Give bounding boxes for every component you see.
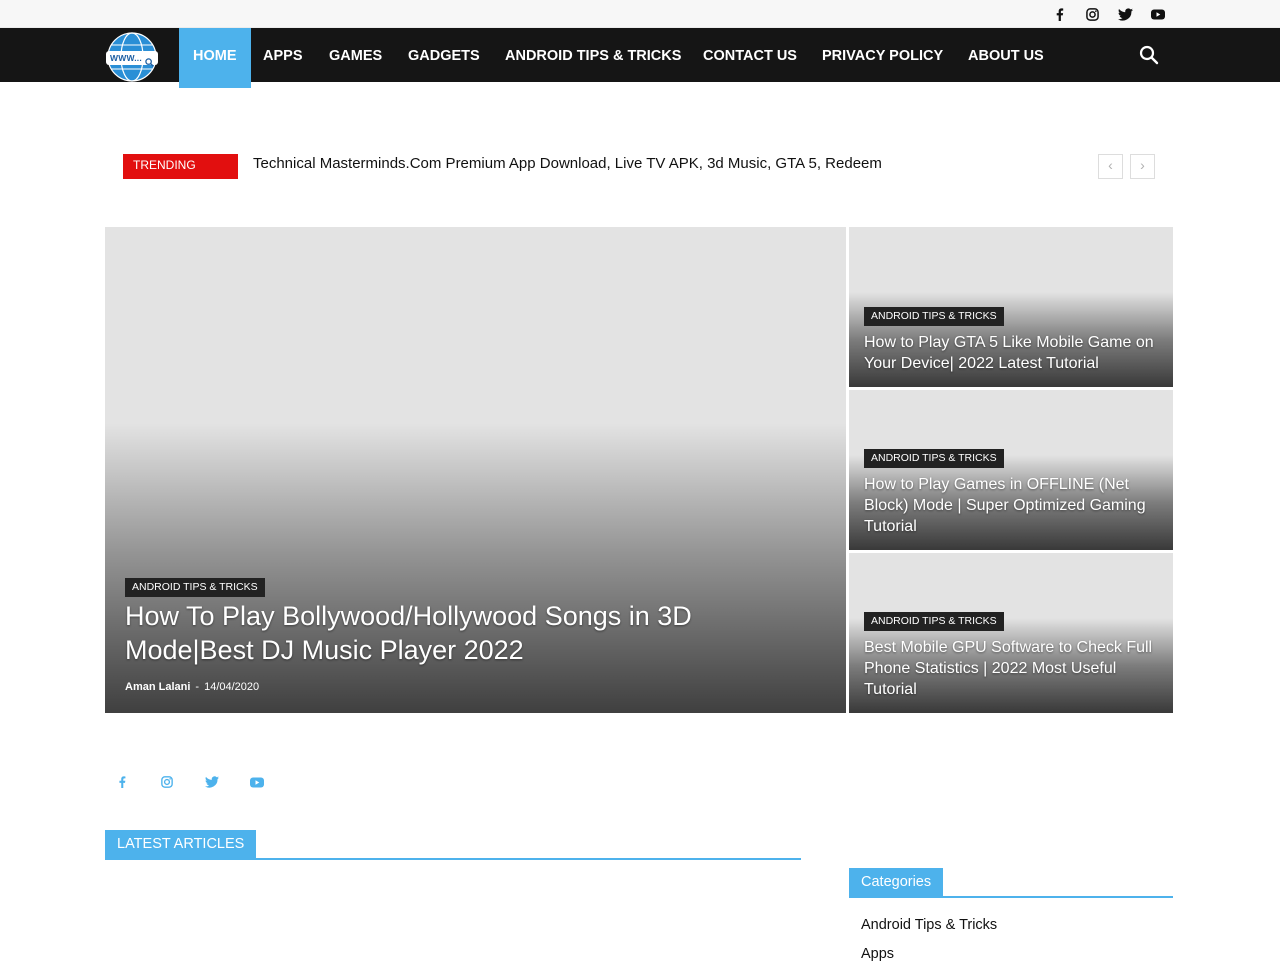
youtube-icon[interactable] bbox=[1150, 6, 1166, 22]
facebook-icon[interactable] bbox=[1051, 6, 1067, 22]
trending-label: TRENDING bbox=[123, 154, 238, 179]
featured-main-author[interactable]: Aman Lalani bbox=[125, 681, 190, 693]
logo-text: WWW... bbox=[110, 53, 142, 63]
featured-side-card[interactable]: ANDROID TIPS & TRICKS How to Play GTA 5 … bbox=[849, 227, 1173, 387]
nav-games[interactable]: GAMES bbox=[329, 28, 382, 82]
category-link[interactable]: Android Tips & Tricks bbox=[861, 917, 997, 933]
featured-side-card[interactable]: ANDROID TIPS & TRICKS How to Play Games … bbox=[849, 390, 1173, 550]
facebook-icon[interactable] bbox=[114, 774, 130, 790]
featured-main-card[interactable]: ANDROID TIPS & TRICKS How To Play Bollyw… bbox=[105, 227, 846, 713]
nav-home[interactable]: HOME bbox=[179, 28, 251, 88]
featured-main-date: 14/04/2020 bbox=[204, 681, 260, 693]
featured-side-category[interactable]: ANDROID TIPS & TRICKS bbox=[864, 307, 1004, 326]
categories-header: Categories bbox=[849, 868, 1173, 898]
trending-prev-button[interactable]: ‹ bbox=[1098, 154, 1123, 179]
nav-gadgets[interactable]: GADGETS bbox=[408, 28, 480, 82]
categories-title: Categories bbox=[849, 868, 944, 896]
twitter-icon[interactable] bbox=[1117, 6, 1133, 22]
featured-main-title[interactable]: How To Play Bollywood/Hollywood Songs in… bbox=[125, 599, 765, 667]
nav-privacy-policy[interactable]: PRIVACY POLICY bbox=[822, 28, 943, 82]
nav-apps[interactable]: APPS bbox=[263, 28, 303, 82]
instagram-icon[interactable] bbox=[1084, 6, 1100, 22]
latest-articles-header: LATEST ARTICLES bbox=[105, 830, 801, 860]
featured-side-category[interactable]: ANDROID TIPS & TRICKS bbox=[864, 449, 1004, 468]
featured-side-category[interactable]: ANDROID TIPS & TRICKS bbox=[864, 612, 1004, 631]
featured-main-overlay bbox=[105, 423, 846, 713]
featured-side-title[interactable]: How to Play Games in OFFLINE (Net Block)… bbox=[864, 474, 1164, 537]
twitter-icon[interactable] bbox=[204, 774, 220, 790]
featured-side-title[interactable]: Best Mobile GPU Software to Check Full P… bbox=[864, 637, 1164, 700]
featured-main-category[interactable]: ANDROID TIPS & TRICKS bbox=[125, 578, 265, 597]
instagram-icon[interactable] bbox=[159, 774, 175, 790]
featured-side-title[interactable]: How to Play GTA 5 Like Mobile Game on Yo… bbox=[864, 332, 1164, 374]
nav-contact-us[interactable]: CONTACT US bbox=[703, 28, 797, 82]
search-icon[interactable] bbox=[1139, 45, 1159, 65]
nav-about-us[interactable]: ABOUT US bbox=[968, 28, 1044, 82]
meta-separator: - bbox=[195, 681, 200, 693]
logo-magnifier-icon bbox=[145, 54, 154, 72]
site-logo[interactable]: WWW... bbox=[105, 32, 159, 82]
latest-articles-title: LATEST ARTICLES bbox=[105, 830, 257, 858]
featured-main-meta: Aman Lalani -14/04/2020 bbox=[125, 681, 259, 693]
trending-headline[interactable]: Technical Masterminds.Com Premium App Do… bbox=[253, 155, 882, 172]
nav-android-tips[interactable]: ANDROID TIPS & TRICKS bbox=[505, 28, 681, 82]
main-navbar: WWW... HOME APPS GAMES GADGETS ANDROID T… bbox=[0, 28, 1280, 88]
youtube-icon[interactable] bbox=[249, 774, 265, 790]
top-social-bar bbox=[0, 0, 1280, 28]
trending-next-button[interactable]: › bbox=[1130, 154, 1155, 179]
featured-side-card[interactable]: ANDROID TIPS & TRICKS Best Mobile GPU So… bbox=[849, 553, 1173, 713]
